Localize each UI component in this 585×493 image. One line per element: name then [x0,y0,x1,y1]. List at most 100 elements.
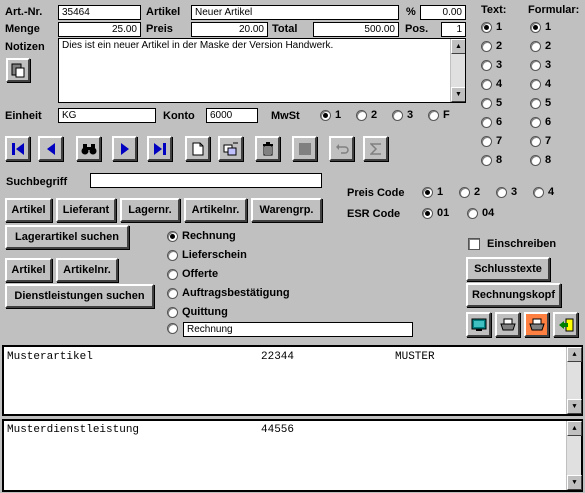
menge-field[interactable]: 25.00 [58,22,141,37]
radio-button[interactable] [392,109,403,121]
radio-button[interactable] [530,116,541,128]
radio-button[interactable] [167,249,178,261]
formular-radio-8[interactable]: 8 [530,154,551,166]
formular-radio-2[interactable]: 2 [530,40,551,52]
sort-artikelnr2-button[interactable]: Artikelnr. [56,258,118,282]
scroll-down-icon[interactable]: ▼ [567,399,582,414]
first-record-button[interactable] [5,136,30,161]
radio-button[interactable] [533,186,544,198]
scroll-down-icon[interactable]: ▼ [567,475,582,490]
radio-button[interactable] [481,78,492,90]
text-radio-3[interactable]: 3 [481,59,502,71]
radio-button[interactable] [167,268,178,280]
radio-button[interactable] [530,40,541,52]
radio-button[interactable] [481,59,492,71]
sort-artikelnr-button[interactable]: Artikelnr. [184,198,247,222]
text-radio-7[interactable]: 7 [481,135,502,147]
dienstleistung-list[interactable]: Musterdienstleistung 44556 ▲ ▼ [2,419,583,492]
delete-record-button[interactable] [255,136,280,161]
artnr-field[interactable]: 35464 [58,5,141,20]
rechnungskopf-button[interactable]: Rechnungskopf [466,283,561,307]
radio-button[interactable] [481,154,492,166]
new-record-button[interactable] [185,136,210,161]
doctype-radio-custom[interactable] [167,323,178,334]
formular-radio-7[interactable]: 7 [530,135,551,147]
mwst-radio-3[interactable]: 3 [392,109,413,121]
radio-button[interactable] [167,230,178,242]
radio-button[interactable] [481,40,492,52]
doctype-radio-quittung[interactable]: Quittung [167,306,228,318]
search-input[interactable] [90,173,322,188]
radio-button[interactable] [530,21,541,33]
doctype-radio-auftragsbestaetigung[interactable]: Auftragsbestätigung [167,287,290,299]
artikel-field[interactable]: Neuer Artikel [191,5,399,20]
formular-radio-6[interactable]: 6 [530,116,551,128]
print-selected-button[interactable] [524,312,549,337]
preis-code-radio-4[interactable]: 4 [533,186,554,198]
sort-artikel-button[interactable]: Artikel [5,198,52,222]
undo-button[interactable] [329,136,354,161]
scroll-up-icon[interactable]: ▲ [567,421,582,436]
esr-code-radio-04[interactable]: 04 [467,207,494,219]
konto-field[interactable]: 6000 [206,108,258,123]
esr-code-radio-01[interactable]: 01 [422,207,449,219]
sort-artikel2-button[interactable]: Artikel [5,258,52,282]
doctype-radio-lieferschein[interactable]: Lieferschein [167,249,247,261]
radio-button[interactable] [530,154,541,166]
pos-field[interactable]: 1 [441,22,466,37]
table-row[interactable]: Musterartikel 22344 MUSTER [7,351,567,365]
radio-button[interactable] [530,97,541,109]
formular-radio-4[interactable]: 4 [530,78,551,90]
radio-button[interactable] [356,109,367,121]
next-record-button[interactable] [112,136,137,161]
radio-button[interactable] [481,116,492,128]
mwst-radio-2[interactable]: 2 [356,109,377,121]
notizen-scrollbar[interactable]: ▲ ▼ [450,39,465,102]
preis-code-radio-3[interactable]: 3 [496,186,517,198]
einschreiben-checkbox-row[interactable]: Einschreiben [468,238,556,250]
last-record-button[interactable] [147,136,172,161]
radio-button[interactable] [530,135,541,147]
einschreiben-checkbox[interactable] [468,238,480,250]
radio-button[interactable] [428,109,439,121]
total-field[interactable]: 500.00 [313,22,399,37]
radio-button[interactable] [167,323,178,334]
doctype-radio-rechnung[interactable]: Rechnung [167,230,236,242]
text-radio-8[interactable]: 8 [481,154,502,166]
radio-button[interactable] [530,59,541,71]
radio-button[interactable] [459,186,470,198]
edit-record-button[interactable] [218,136,243,161]
radio-button[interactable] [481,135,492,147]
stop-button[interactable] [292,136,317,161]
formular-radio-3[interactable]: 3 [530,59,551,71]
preis-code-radio-2[interactable]: 2 [459,186,480,198]
prev-record-button[interactable] [38,136,63,161]
preview-button[interactable] [466,312,491,337]
einheit-field[interactable]: KG [58,108,156,123]
scroll-down-icon[interactable]: ▼ [451,87,465,102]
mwst-radio-1[interactable]: 1 [320,109,341,121]
text-radio-4[interactable]: 4 [481,78,502,90]
radio-button[interactable] [167,306,178,318]
mwst-radio-f[interactable]: F [428,109,450,121]
notizen-textarea[interactable]: Dies ist ein neuer Artikel in der Maske … [58,38,466,103]
sort-lieferant-button[interactable]: Lieferant [56,198,116,222]
formular-radio-5[interactable]: 5 [530,97,551,109]
radio-button[interactable] [320,109,331,121]
paste-button[interactable] [6,58,30,82]
percent-field[interactable]: 0.00 [420,5,466,20]
artikel-list[interactable]: Musterartikel 22344 MUSTER ▲ ▼ [2,345,583,416]
sort-lagernr-button[interactable]: Lagernr. [120,198,180,222]
text-radio-6[interactable]: 6 [481,116,502,128]
radio-button[interactable] [481,21,492,33]
search-button[interactable] [76,136,101,161]
lagerartikel-suchen-button[interactable]: Lagerartikel suchen [5,225,129,249]
schlusstexte-button[interactable]: Schlusstexte [466,257,550,281]
dienstleistungen-suchen-button[interactable]: Dienstleistungen suchen [5,284,154,308]
preis-code-radio-1[interactable]: 1 [422,186,443,198]
sum-button[interactable] [363,136,388,161]
radio-button[interactable] [467,207,478,219]
doctype-radio-offerte[interactable]: Offerte [167,268,218,280]
radio-button[interactable] [167,287,178,299]
scroll-up-icon[interactable]: ▲ [451,39,465,54]
